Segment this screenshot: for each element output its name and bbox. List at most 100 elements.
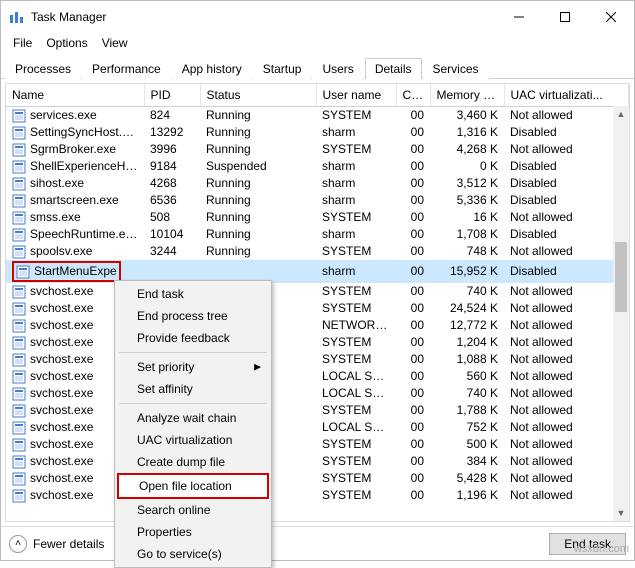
cell-cpu: 00 [396, 334, 430, 351]
tab-users[interactable]: Users [312, 58, 363, 79]
table-row[interactable]: SettingSyncHost.exe13292Runningsharm001,… [6, 124, 629, 141]
process-name: sihost.exe [30, 176, 84, 190]
process-icon [12, 438, 26, 452]
table-row[interactable]: svchost.exeLOCAL SER...00560 KNot allowe… [6, 368, 629, 385]
table-row[interactable]: SpeechRuntime.exe10104Runningsharm001,70… [6, 226, 629, 243]
table-row[interactable]: svchost.exeSYSTEM00740 KNot allowed [6, 283, 629, 300]
table-row[interactable]: svchost.exeSYSTEM00384 KNot allowed [6, 453, 629, 470]
process-icon [12, 319, 26, 333]
table-row[interactable]: svchost.exeSYSTEM001,788 KNot allowed [6, 402, 629, 419]
col-status[interactable]: Status [200, 84, 316, 107]
cell-user: SYSTEM [316, 453, 396, 470]
ctx-open-file-location[interactable]: Open file location [117, 473, 269, 499]
table-row[interactable]: svchost.exeSYSTEM00500 KNot allowed [6, 436, 629, 453]
col-name[interactable]: Name [6, 84, 144, 107]
minimize-button[interactable] [496, 1, 542, 33]
table-row[interactable]: StartMenuExpesharm0015,952 KDisabled [6, 260, 629, 283]
process-name: SgrmBroker.exe [30, 142, 116, 156]
ctx-properties[interactable]: Properties [117, 521, 269, 543]
process-icon [12, 177, 26, 191]
tab-details[interactable]: Details [365, 58, 422, 79]
cell-uac: Not allowed [504, 283, 629, 300]
cell-user: SYSTEM [316, 209, 396, 226]
table-row[interactable]: smss.exe508RunningSYSTEM0016 KNot allowe… [6, 209, 629, 226]
col-pid[interactable]: PID [144, 84, 200, 107]
table-row[interactable]: svchost.exeSYSTEM001,204 KNot allowed [6, 334, 629, 351]
fewer-details-button[interactable]: ˄ Fewer details [9, 535, 104, 553]
cell-mem: 3,512 K [430, 175, 504, 192]
cell-user: sharm [316, 124, 396, 141]
table-row[interactable]: svchost.exeSYSTEM001,088 KNot allowed [6, 351, 629, 368]
cell-status: Running [200, 175, 316, 192]
cell-status: Running [200, 124, 316, 141]
menu-view[interactable]: View [96, 35, 134, 51]
col-mem[interactable]: Memory (ac... [430, 84, 504, 107]
cell-user: sharm [316, 226, 396, 243]
process-name: SettingSyncHost.exe [30, 125, 141, 139]
table-row[interactable]: svchost.exeSYSTEM001,196 KNot allowed [6, 487, 629, 504]
process-name: svchost.exe [30, 318, 93, 332]
tab-services[interactable]: Services [423, 58, 489, 79]
ctx-end-tree[interactable]: End process tree [117, 305, 269, 327]
ctx-set-priority[interactable]: Set priority ▶ [117, 356, 269, 378]
process-name: svchost.exe [30, 284, 93, 298]
ctx-dump[interactable]: Create dump file [117, 451, 269, 473]
table-row[interactable]: svchost.exeSYSTEM0024,524 KNot allowed [6, 300, 629, 317]
process-name: SpeechRuntime.exe [30, 227, 138, 241]
maximize-button[interactable] [542, 1, 588, 33]
ctx-feedback[interactable]: Provide feedback [117, 327, 269, 349]
col-user[interactable]: User name [316, 84, 396, 107]
table-row[interactable]: smartscreen.exe6536Runningsharm005,336 K… [6, 192, 629, 209]
cell-status: Running [200, 192, 316, 209]
ctx-set-affinity[interactable]: Set affinity [117, 378, 269, 400]
process-name: svchost.exe [30, 420, 93, 434]
process-icon [12, 143, 26, 157]
tab-app-history[interactable]: App history [172, 58, 252, 79]
table-row[interactable]: SgrmBroker.exe3996RunningSYSTEM004,268 K… [6, 141, 629, 158]
scroll-down-icon[interactable]: ▼ [613, 505, 629, 521]
table-row[interactable]: sihost.exe4268Runningsharm003,512 KDisab… [6, 175, 629, 192]
cell-status: Running [200, 243, 316, 260]
cell-user: sharm [316, 158, 396, 175]
titlebar[interactable]: Task Manager [1, 1, 634, 33]
table-row[interactable]: svchost.exeLOCAL SER...00740 KNot allowe… [6, 385, 629, 402]
cell-mem: 1,196 K [430, 487, 504, 504]
col-uac[interactable]: UAC virtualizati... [504, 84, 629, 107]
ctx-set-priority-label: Set priority [137, 360, 194, 374]
table-row[interactable]: svchost.exeNETWORK ...0012,772 KNot allo… [6, 317, 629, 334]
tab-startup[interactable]: Startup [253, 58, 312, 79]
cell-mem: 500 K [430, 436, 504, 453]
ctx-search-online[interactable]: Search online [117, 499, 269, 521]
col-cpu[interactable]: CPU [396, 84, 430, 107]
cell-user: SYSTEM [316, 470, 396, 487]
scroll-thumb[interactable] [615, 242, 627, 312]
table-row[interactable]: spoolsv.exe3244RunningSYSTEM00748 KNot a… [6, 243, 629, 260]
ctx-uac[interactable]: UAC virtualization [117, 429, 269, 451]
table-row[interactable]: services.exe824RunningSYSTEM003,460 KNot… [6, 107, 629, 124]
scroll-up-icon[interactable]: ▲ [613, 106, 629, 122]
cell-cpu: 00 [396, 260, 430, 283]
menu-file[interactable]: File [7, 35, 38, 51]
cell-user: sharm [316, 175, 396, 192]
cell-mem: 740 K [430, 385, 504, 402]
ctx-go-to-services[interactable]: Go to service(s) [117, 543, 269, 565]
menu-options[interactable]: Options [40, 35, 93, 51]
close-button[interactable] [588, 1, 634, 33]
process-icon [16, 265, 30, 279]
ctx-end-task[interactable]: End task [117, 283, 269, 305]
cell-mem: 1,204 K [430, 334, 504, 351]
cell-cpu: 00 [396, 300, 430, 317]
ctx-analyze[interactable]: Analyze wait chain [117, 407, 269, 429]
table-row[interactable]: svchost.exeSYSTEM005,428 KNot allowed [6, 470, 629, 487]
cell-name: services.exe [6, 107, 144, 124]
process-name: svchost.exe [30, 403, 93, 417]
tab-performance[interactable]: Performance [82, 58, 171, 79]
table-row[interactable]: ShellExperienceHost....9184Suspendedshar… [6, 158, 629, 175]
process-icon [12, 370, 26, 384]
vertical-scrollbar[interactable]: ▲ ▼ [613, 106, 629, 521]
window-frame: Task Manager File Options View Processes… [0, 0, 635, 561]
process-icon [12, 353, 26, 367]
tab-processes[interactable]: Processes [5, 58, 81, 79]
cell-mem: 4,268 K [430, 141, 504, 158]
table-row[interactable]: svchost.exeLOCAL SER...00752 KNot allowe… [6, 419, 629, 436]
